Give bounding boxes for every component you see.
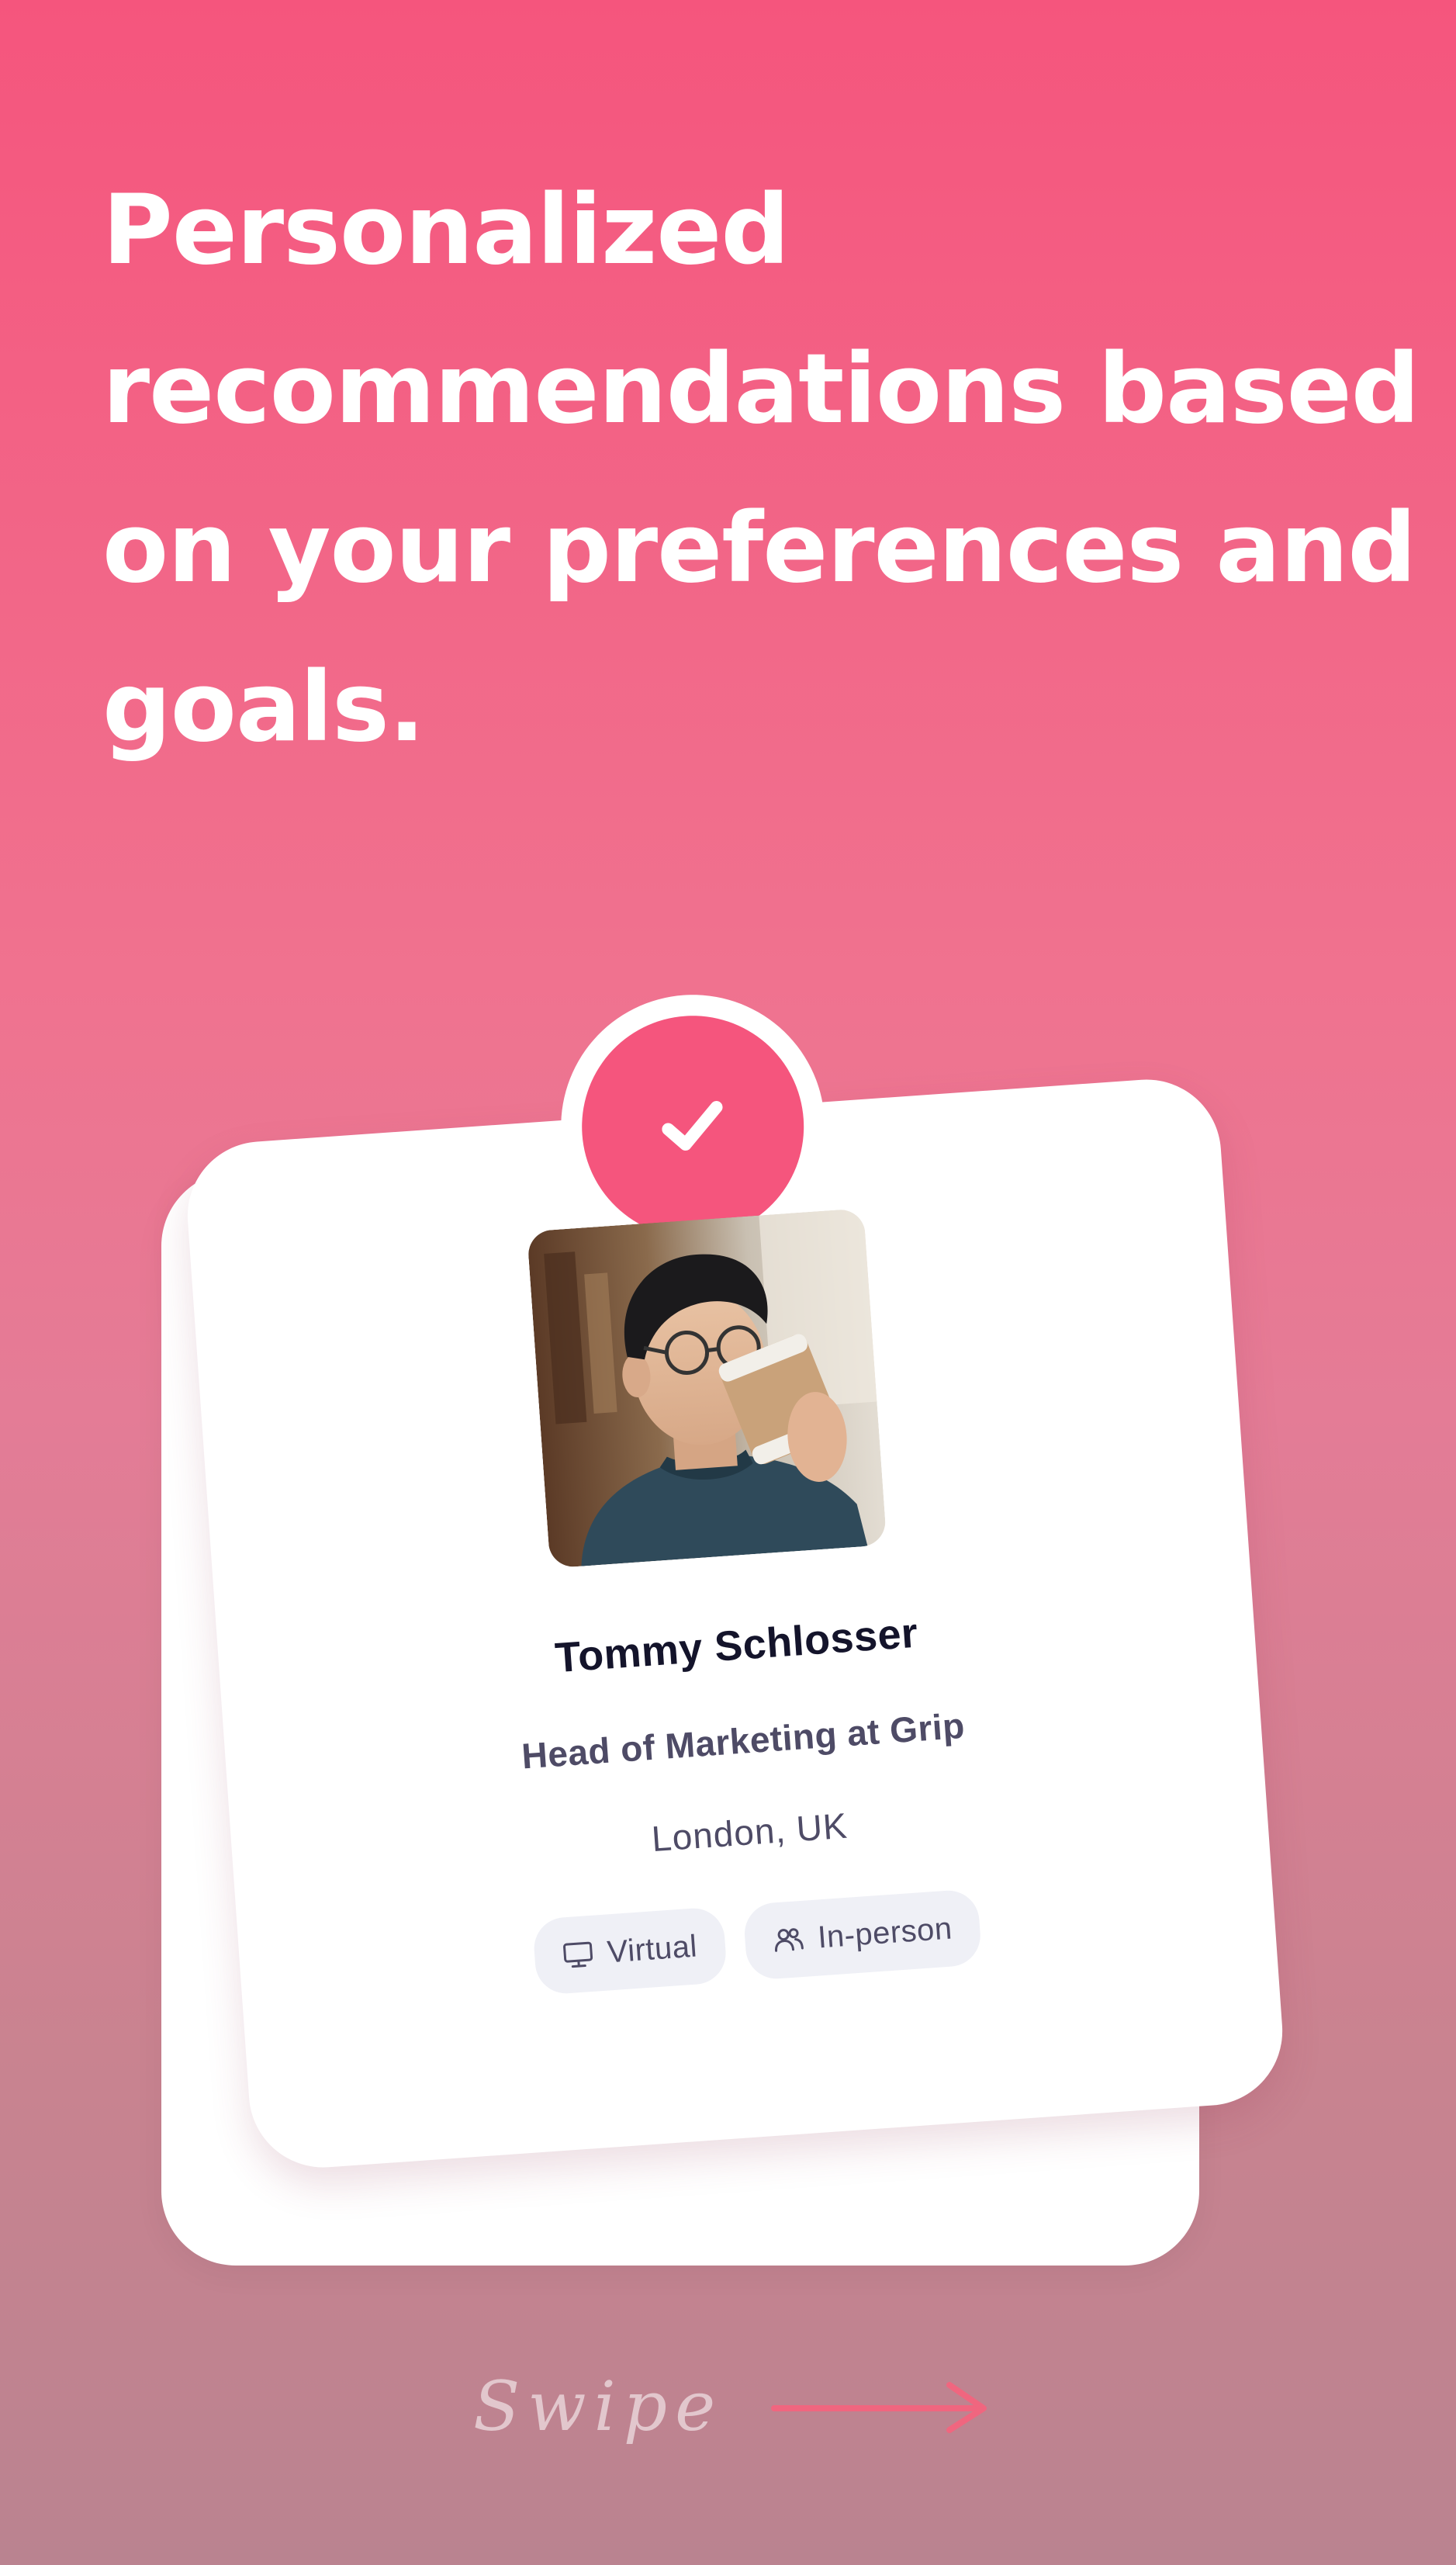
headline-line: recommendations based xyxy=(102,334,1420,445)
swipe-hint[interactable]: Swipe xyxy=(473,2366,994,2446)
arrow-right-icon xyxy=(771,2381,987,2433)
page-headline: Personalized recommendations based on yo… xyxy=(102,151,1421,788)
tag-label: In-person xyxy=(816,1910,953,1954)
avatar xyxy=(527,1208,887,1569)
tag-virtual: Virtual xyxy=(531,1906,728,1996)
profile-card[interactable]: Tommy Schlosser Head of Marketing at Gri… xyxy=(182,985,1288,2172)
headline-line: goals. xyxy=(102,652,425,763)
tag-label: Virtual xyxy=(606,1928,699,1969)
swipe-label: Swipe xyxy=(473,2366,724,2446)
people-icon xyxy=(774,1928,804,1952)
headline-line: Personalized xyxy=(102,175,790,286)
monitor-icon xyxy=(562,1941,593,1968)
avatar-photo xyxy=(527,1208,887,1569)
check-icon xyxy=(662,1101,723,1151)
headline-line: on your preferences and xyxy=(102,493,1416,604)
match-badge-inner xyxy=(574,1008,811,1245)
